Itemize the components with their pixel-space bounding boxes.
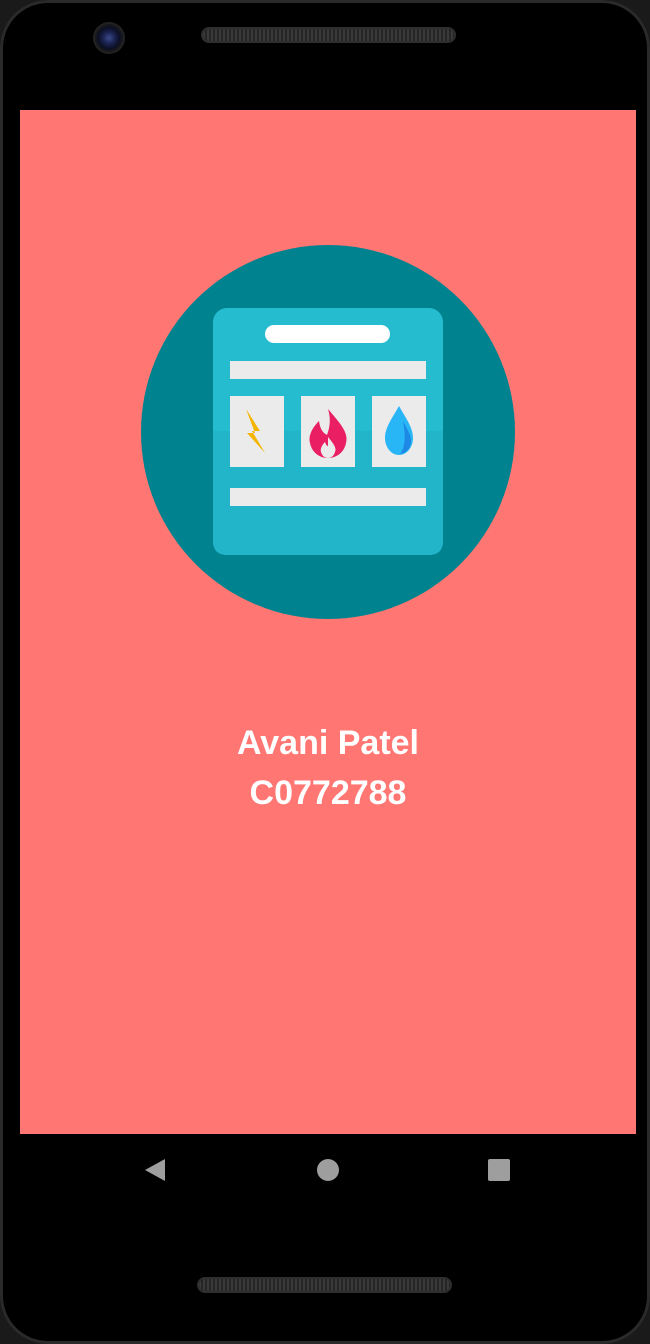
student-id: C0772788	[249, 774, 407, 812]
gas-tile	[301, 396, 355, 467]
front-camera	[95, 24, 123, 52]
bottom-speaker	[199, 1279, 450, 1291]
system-navigation-bar	[20, 1134, 636, 1206]
profile-caption: Avani Patel C0772788	[20, 718, 636, 818]
back-triangle-icon[interactable]	[143, 1158, 167, 1182]
recents-square-icon[interactable]	[487, 1158, 511, 1182]
student-name: Avani Patel	[236, 724, 420, 762]
water-tile	[372, 396, 426, 467]
splash-screen: Avani Patel C0772788	[20, 110, 636, 1134]
electricity-tile	[230, 396, 284, 467]
home-circle-icon[interactable]	[316, 1158, 340, 1182]
utility-bill-icon	[141, 245, 515, 619]
phone-frame: Avani Patel C0772788	[0, 0, 650, 1344]
top-speaker	[203, 29, 454, 41]
